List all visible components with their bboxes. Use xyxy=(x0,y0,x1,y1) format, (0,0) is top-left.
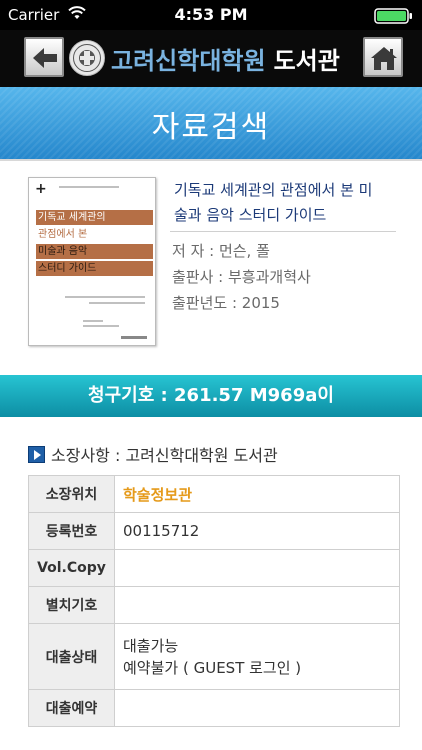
cover-plus-mark: + xyxy=(35,181,47,197)
row-label-location: 소장위치 xyxy=(28,475,115,513)
reservation-text: 예약불가 ( GUEST 로그인 ) xyxy=(123,658,302,677)
registration-value: 00115712 xyxy=(114,512,400,550)
book-title: 기독교 세계관의 관점에서 본 미 술과 음악 스터디 가이드 xyxy=(174,181,373,224)
cover-title-line2: 관점에서 본 xyxy=(36,227,153,242)
book-publisher: 출판사 : 부흥과개혁사 xyxy=(172,268,311,286)
status-time: 4:53 PM xyxy=(174,5,248,24)
school-name: 고려신학대학원 xyxy=(111,46,266,75)
table-row: 소장위치 학술정보관 xyxy=(28,475,400,513)
cover-title-line3: 미술과 음악 xyxy=(36,244,153,259)
nav-title: 고려신학대학원 도서관 xyxy=(68,39,340,77)
reservation-value[interactable] xyxy=(114,689,400,727)
section-title: 자료검색 xyxy=(151,110,271,145)
status-bar: Carrier 4:53 PM xyxy=(0,0,422,30)
info-divider xyxy=(170,231,396,232)
row-label-reservation: 대출예약 xyxy=(28,689,115,727)
shelf-value xyxy=(114,586,400,624)
book-cover-image: + 기독교 세계관의 관점에서 본 미술과 음악 스터디 가이드 xyxy=(28,177,156,346)
back-button[interactable] xyxy=(24,37,64,77)
battery-icon xyxy=(374,8,414,24)
table-row: 대출상태 대출가능 예약불가 ( GUEST 로그인 ) xyxy=(28,623,400,690)
book-author: 저 자 : 먼슨, 폴 xyxy=(172,242,270,260)
back-arrow-icon xyxy=(33,48,57,68)
cover-title-line1: 기독교 세계관의 xyxy=(36,210,153,225)
home-icon xyxy=(371,47,397,70)
row-label-registration: 등록번호 xyxy=(28,512,115,550)
row-label-shelf: 별치기호 xyxy=(28,586,115,624)
cover-title-line4: 스터디 가이드 xyxy=(36,261,153,276)
book-year: 출판년도 : 2015 xyxy=(172,294,280,312)
call-number: 청구기호 : 261.57 M969a이 xyxy=(88,385,334,406)
table-row: 등록번호 00115712 xyxy=(28,512,400,550)
play-icon xyxy=(28,445,45,463)
table-row: 대출예약 xyxy=(28,689,400,727)
table-row: Vol.Copy xyxy=(28,549,400,587)
volcopy-value xyxy=(114,549,400,587)
table-row: 별치기호 xyxy=(28,586,400,624)
school-seal-logo xyxy=(69,40,105,76)
row-label-loan-status: 대출상태 xyxy=(28,623,115,690)
row-label-volcopy: Vol.Copy xyxy=(28,549,115,587)
library-name: 도서관 xyxy=(273,46,340,75)
section-divider xyxy=(0,159,422,161)
holdings-heading: 소장사항 : 고려신학대학원 도서관 xyxy=(28,442,278,466)
loan-available-text: 대출가능 xyxy=(123,636,179,655)
nav-bar: 고려신학대학원 도서관 xyxy=(0,30,422,87)
holdings-heading-text: 소장사항 : 고려신학대학원 도서관 xyxy=(51,446,278,465)
home-button[interactable] xyxy=(363,37,403,77)
loan-status-value: 대출가능 예약불가 ( GUEST 로그인 ) xyxy=(114,623,400,690)
call-number-bar: 청구기호 : 261.57 M969a이 xyxy=(0,375,422,417)
location-value[interactable]: 학술정보관 xyxy=(114,475,400,513)
holdings-table: 소장위치 학술정보관 등록번호 00115712 Vol.Copy 별치기호 대… xyxy=(28,475,400,727)
section-header: 자료검색 xyxy=(0,87,422,159)
